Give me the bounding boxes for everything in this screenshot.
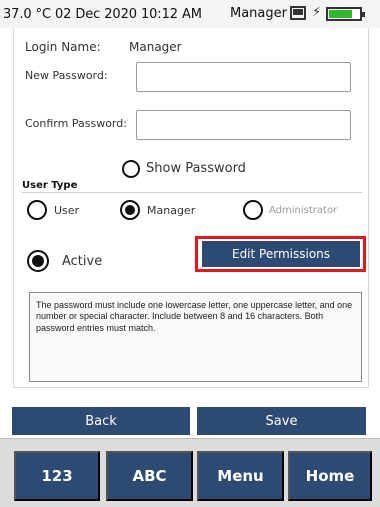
user-type-administrator-radio[interactable] <box>243 200 263 220</box>
new-password-field[interactable] <box>136 62 351 92</box>
monitor-icon <box>290 6 306 20</box>
key-home[interactable]: Home <box>288 451 372 501</box>
status-user: Manager <box>230 6 287 21</box>
user-type-manager-radio[interactable] <box>120 200 140 220</box>
battery-icon <box>326 7 365 21</box>
password-requirements-text: The password must include one lowercase … <box>36 300 353 333</box>
user-type-title: User Type <box>22 180 78 191</box>
show-password-radio[interactable] <box>122 160 140 178</box>
login-name-value: Manager <box>129 40 182 54</box>
user-type-user-radio[interactable] <box>27 200 47 220</box>
status-datetime: 37.0 °C 02 Dec 2020 10:12 AM <box>3 7 202 22</box>
active-label: Active <box>62 254 103 269</box>
confirm-password-label: Confirm Password: <box>25 117 127 130</box>
back-button[interactable]: Back <box>12 407 190 435</box>
confirm-password-field[interactable] <box>136 110 351 140</box>
edit-permissions-button[interactable]: Edit Permissions <box>202 241 360 267</box>
plug-icon: ⚡ <box>312 5 322 20</box>
new-password-label: New Password: <box>25 69 108 82</box>
save-button[interactable]: Save <box>197 407 366 435</box>
battery-level-fill <box>329 10 352 18</box>
status-bar: 37.0 °C 02 Dec 2020 10:12 AM Manager ⚡ <box>0 0 380 28</box>
user-type-administrator-label: Administrator <box>269 205 338 216</box>
user-edit-panel: Login Name: Manager New Password: Confir… <box>13 28 369 388</box>
key-abc[interactable]: ABC <box>106 451 193 501</box>
soft-key-bar: 123 ABC Menu Home <box>0 438 380 507</box>
login-name-label: Login Name: <box>25 40 101 54</box>
user-type-user-label: User <box>54 204 80 217</box>
key-123[interactable]: 123 <box>14 451 100 501</box>
bottom-action-bar: Back Save <box>0 390 380 435</box>
password-requirements-box: The password must include one lowercase … <box>29 292 362 382</box>
battery-tip <box>362 12 365 17</box>
user-type-divider <box>22 192 362 193</box>
show-password-label: Show Password <box>146 161 246 176</box>
user-type-manager-label: Manager <box>147 204 196 217</box>
active-radio[interactable] <box>27 250 49 272</box>
key-menu[interactable]: Menu <box>197 451 284 501</box>
